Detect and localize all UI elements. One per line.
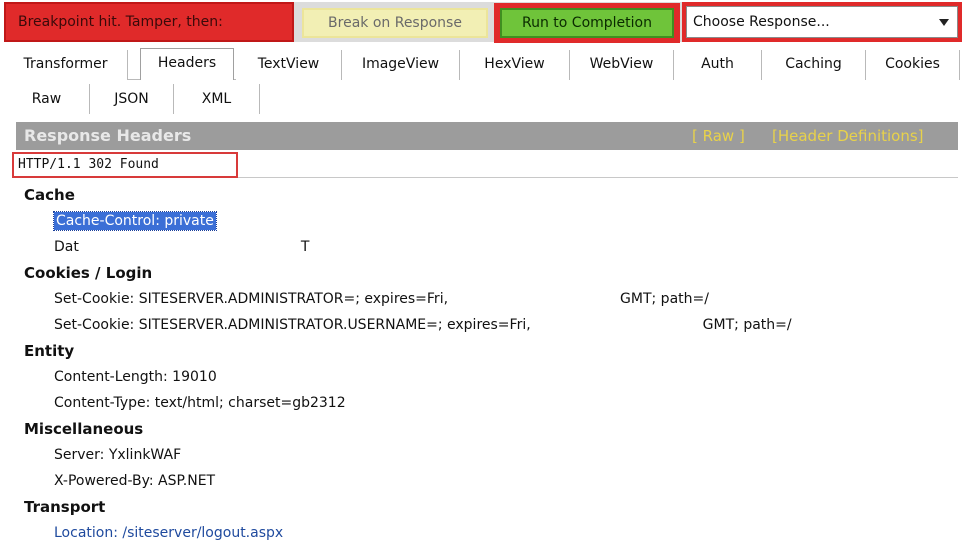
tab-raw[interactable]: Raw — [4, 84, 90, 114]
group-transport[interactable]: Transport — [24, 496, 105, 518]
header-cache-control-text: Cache-Control: private — [53, 211, 217, 231]
header-definitions-link[interactable]: [Header Definitions] — [772, 122, 924, 150]
group-cookies-login[interactable]: Cookies / Login — [24, 262, 152, 284]
set-cookie-username-suffix: GMT; path=/ — [702, 317, 792, 333]
header-location[interactable]: Location: /siteserver/logout.aspx — [54, 522, 283, 544]
break-on-response-button[interactable]: Break on Response — [302, 8, 488, 38]
header-date-suffix: T — [300, 239, 310, 255]
tab-textview[interactable]: TextView — [236, 50, 342, 80]
group-entity[interactable]: Entity — [24, 340, 74, 362]
header-date-prefix: Dat — [54, 239, 79, 255]
inspector-tabs: Transformer Headers TextView ImageView H… — [4, 48, 960, 80]
breakpoint-bar: Breakpoint hit. Tamper, then: Break on R… — [4, 2, 962, 43]
set-cookie-admin-text: Set-Cookie: SITESERVER.ADMINISTRATOR=; e… — [54, 291, 449, 307]
choose-response-select[interactable]: Choose Response... — [686, 6, 958, 38]
group-cache[interactable]: Cache — [24, 184, 75, 206]
raw-link[interactable]: [ Raw ] — [692, 122, 745, 150]
tab-transformer[interactable]: Transformer — [4, 50, 128, 80]
tab-xml[interactable]: XML — [174, 84, 260, 114]
tab-caching[interactable]: Caching — [762, 50, 866, 80]
tab-auth[interactable]: Auth — [674, 50, 762, 80]
choose-response-frame: Choose Response... — [682, 2, 962, 42]
run-to-completion-button[interactable]: Run to Completion — [500, 8, 674, 38]
response-headers-band: Response Headers [ Raw ] [Header Definit… — [16, 122, 958, 150]
status-divider — [238, 177, 958, 178]
tab-headers[interactable]: Headers — [140, 48, 234, 80]
inspector-subtabs: Raw JSON XML — [4, 82, 274, 116]
choose-response-value: Choose Response... — [693, 14, 830, 30]
set-cookie-username-text: Set-Cookie: SITESERVER.ADMINISTRATOR.USE… — [54, 317, 531, 333]
tab-webview[interactable]: WebView — [570, 50, 674, 80]
dropdown-arrow-icon[interactable] — [939, 19, 949, 26]
header-server[interactable]: Server: YxlinkWAF — [54, 444, 181, 466]
header-set-cookie-username[interactable]: Set-Cookie: SITESERVER.ADMINISTRATOR.USE… — [54, 314, 792, 336]
status-line[interactable]: HTTP/1.1 302 Found — [12, 152, 238, 178]
header-content-length[interactable]: Content-Length: 19010 — [54, 366, 217, 388]
response-headers-title: Response Headers — [24, 126, 192, 145]
breakpoint-message: Breakpoint hit. Tamper, then: — [4, 2, 294, 42]
group-miscellaneous[interactable]: Miscellaneous — [24, 418, 143, 440]
tab-hexview[interactable]: HexView — [460, 50, 570, 80]
header-set-cookie-admin[interactable]: Set-Cookie: SITESERVER.ADMINISTRATOR=; e… — [54, 288, 709, 310]
header-content-type[interactable]: Content-Type: text/html; charset=gb2312 — [54, 392, 346, 414]
tab-json[interactable]: JSON — [90, 84, 174, 114]
tab-imageview[interactable]: ImageView — [342, 50, 460, 80]
header-date[interactable]: Dat T — [54, 236, 309, 258]
header-cache-control[interactable]: Cache-Control: private — [53, 210, 217, 232]
header-x-powered-by[interactable]: X-Powered-By: ASP.NET — [54, 470, 215, 492]
set-cookie-admin-suffix: GMT; path=/ — [620, 291, 709, 307]
tab-cookies[interactable]: Cookies — [866, 50, 960, 80]
